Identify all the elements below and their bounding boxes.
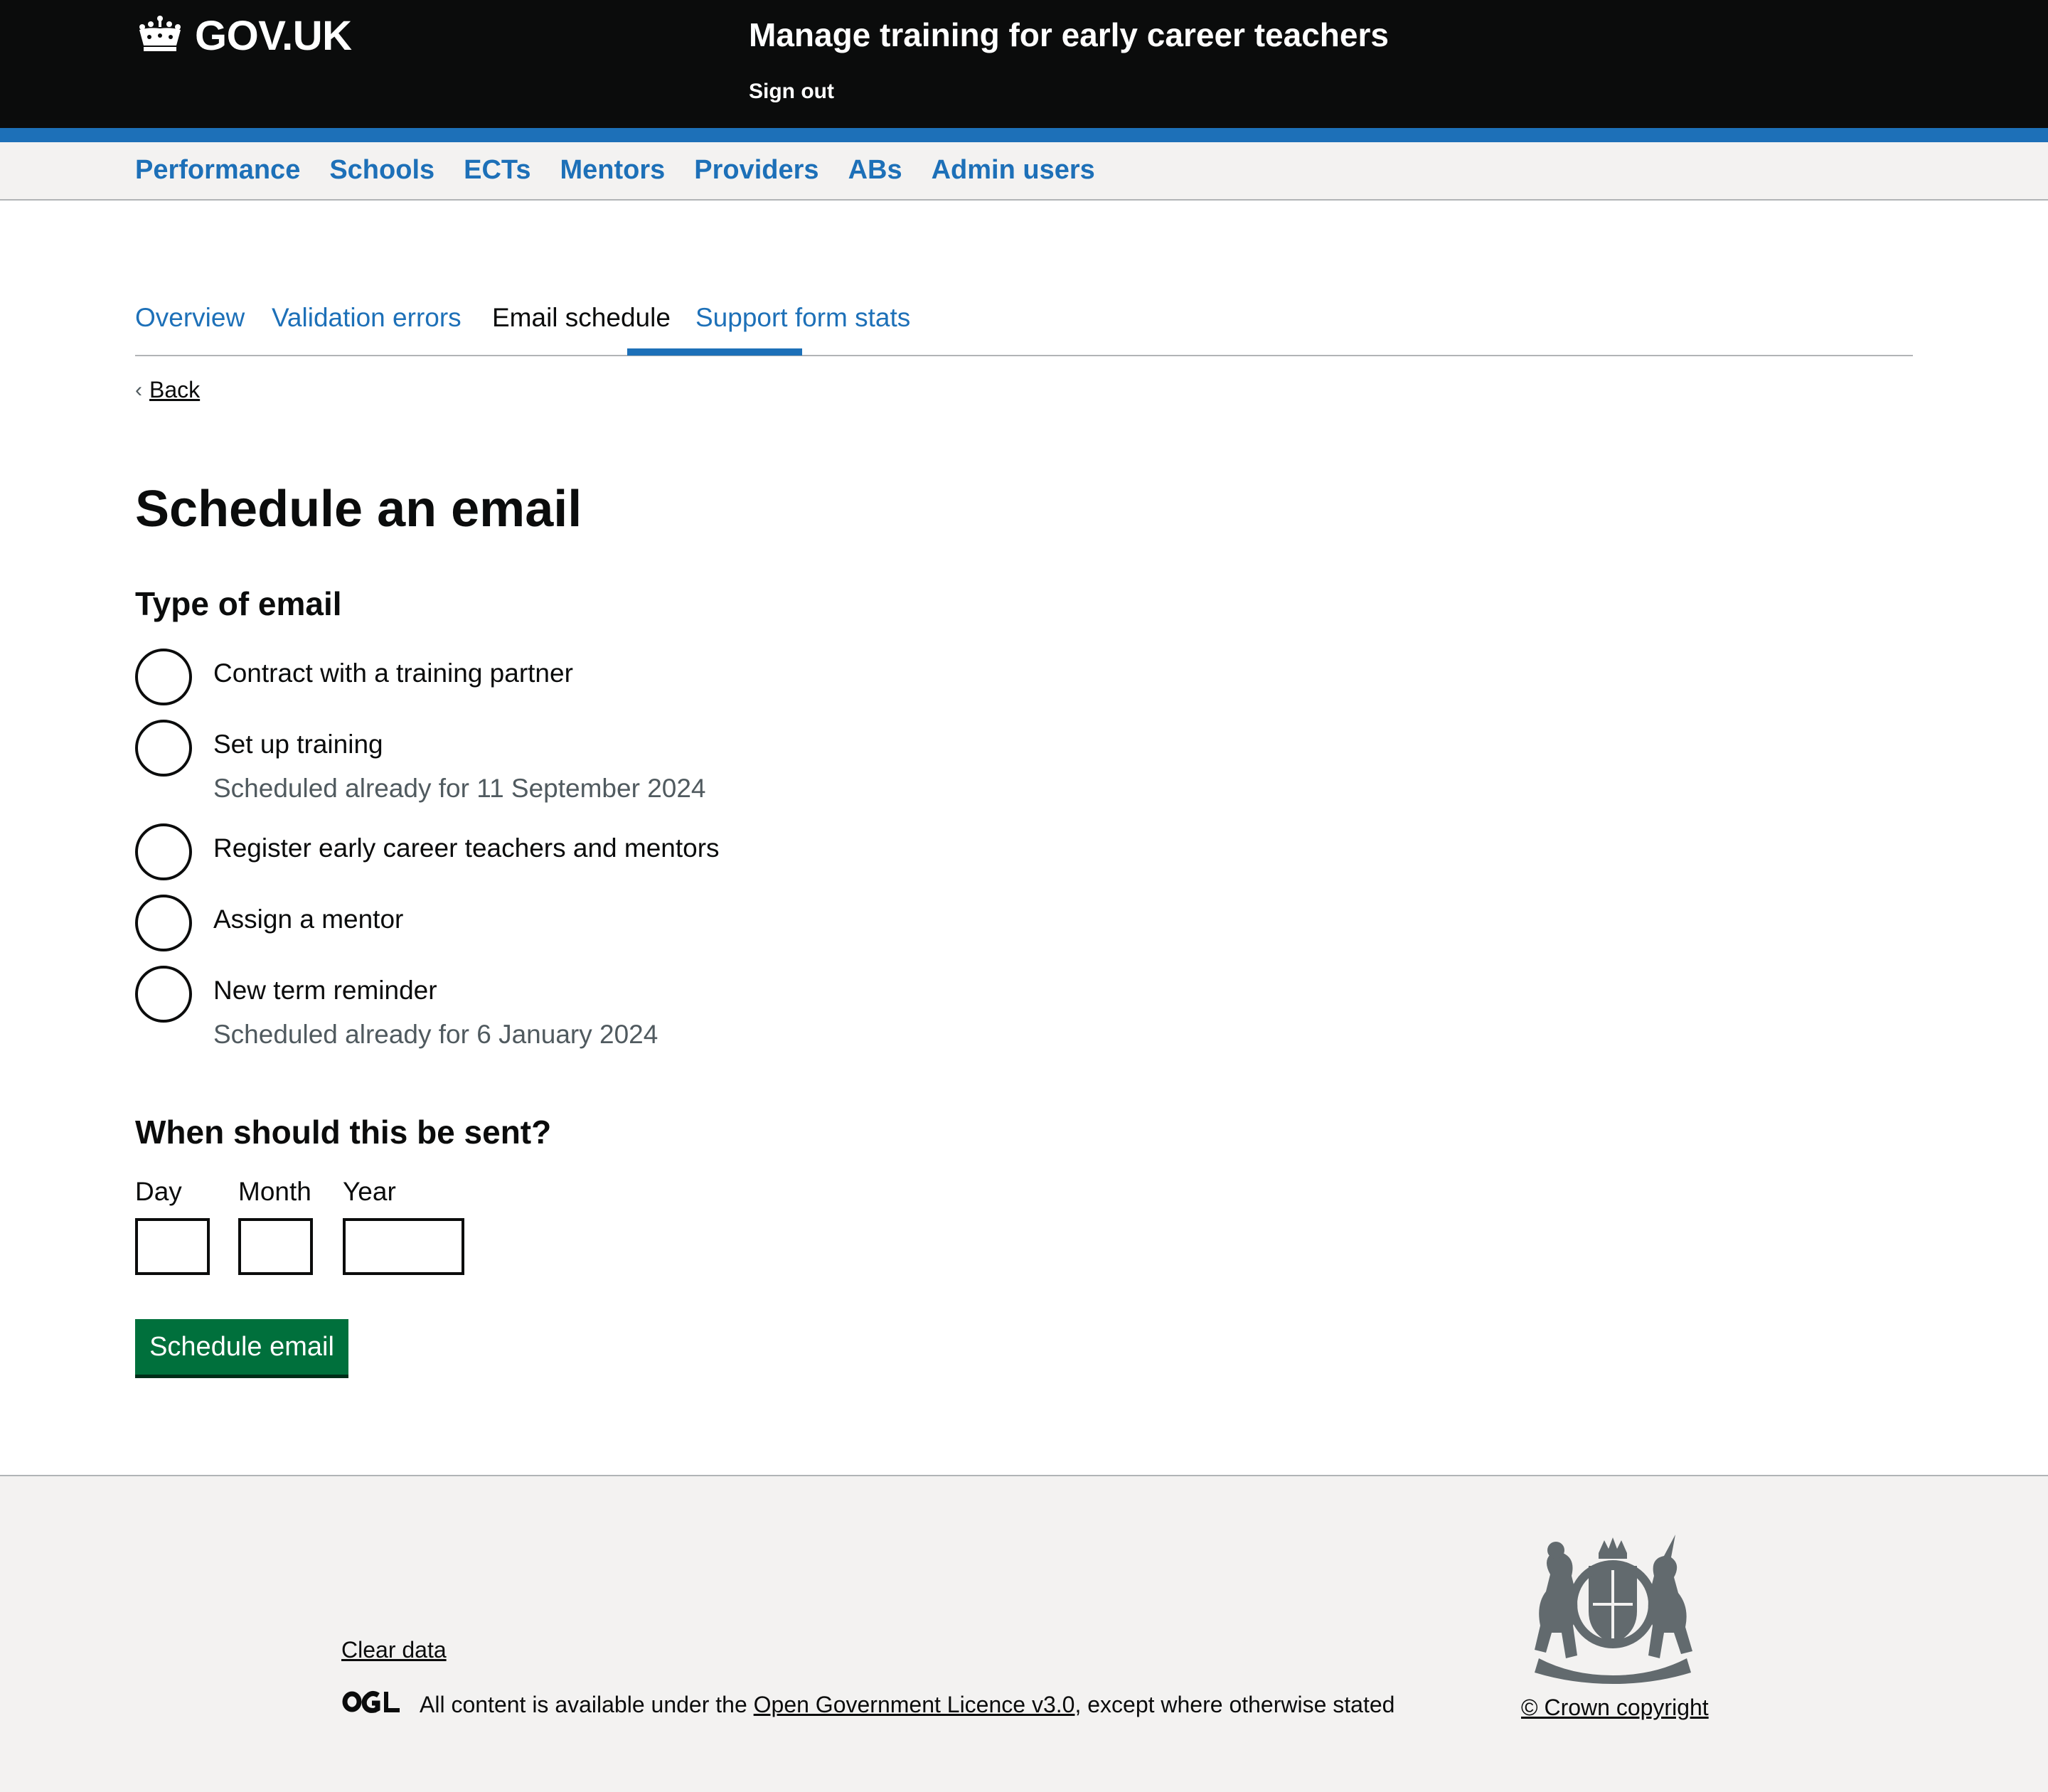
active-tab-indicator — [627, 348, 802, 356]
site-header: GOV.UK Manage training for early career … — [0, 0, 2048, 128]
radio-button[interactable] — [135, 966, 192, 1023]
nav-item-providers[interactable]: Providers — [694, 155, 818, 186]
date-month-group: Month — [238, 1177, 313, 1275]
month-label: Month — [238, 1177, 311, 1206]
radio-hint: Scheduled already for 11 September 2024 — [213, 774, 706, 803]
clear-data-link[interactable]: Clear data — [341, 1637, 447, 1663]
header-blue-bar — [0, 128, 2048, 142]
chevron-left-icon: ‹ — [135, 378, 142, 402]
radio-hint: Scheduled already for 6 January 2024 — [213, 1020, 658, 1049]
radio-button[interactable] — [135, 823, 192, 880]
nav-item-schools[interactable]: Schools — [329, 155, 434, 186]
radio-button[interactable] — [135, 720, 192, 777]
ogl-licence-link[interactable]: Open Government Licence v3.0 — [754, 1692, 1075, 1718]
date-day-group: Day — [135, 1177, 210, 1275]
schedule-email-button[interactable]: Schedule email — [135, 1319, 348, 1375]
page-title: Schedule an email — [135, 481, 582, 538]
date-year-group: Year — [343, 1177, 464, 1275]
sub-navigation-tabs: Overview Validation errors Email schedul… — [135, 299, 1913, 356]
licence-suffix: , except where otherwise stated — [1074, 1691, 1395, 1717]
back-link-label: Back — [149, 377, 201, 402]
radio-label[interactable]: Assign a mentor — [213, 905, 403, 934]
radio-button[interactable] — [135, 895, 192, 951]
radio-label[interactable]: Contract with a training partner — [213, 658, 573, 688]
royal-coat-of-arms-icon — [1522, 1533, 1704, 1684]
radio-option-register-ects[interactable]: Register early career teachers and mento… — [135, 823, 720, 880]
radio-button[interactable] — [135, 649, 192, 705]
tab-validation-errors[interactable]: Validation errors — [272, 303, 462, 333]
tab-email-schedule[interactable]: Email schedule — [492, 303, 671, 333]
year-input[interactable] — [343, 1218, 464, 1275]
radio-option-contract[interactable]: Contract with a training partner — [135, 649, 573, 705]
crown-copyright-link[interactable]: © Crown copyright — [1521, 1695, 1709, 1721]
year-label: Year — [343, 1177, 396, 1206]
sign-out-link[interactable]: Sign out — [749, 80, 834, 104]
nav-item-admin-users[interactable]: Admin users — [932, 155, 1095, 186]
radio-label[interactable]: Set up training — [213, 730, 706, 759]
logo-text: GOV.UK — [195, 12, 352, 59]
month-input[interactable] — [238, 1218, 313, 1275]
nav-item-ects[interactable]: ECTs — [464, 155, 530, 186]
nav-item-mentors[interactable]: Mentors — [560, 155, 665, 186]
licence-statement: All content is available under the Open … — [341, 1690, 1394, 1719]
service-name[interactable]: Manage training for early career teacher… — [749, 16, 1389, 54]
back-link[interactable]: ‹ Back — [135, 377, 200, 403]
ogl-logo-icon — [341, 1690, 420, 1719]
tab-support-form-stats[interactable]: Support form stats — [695, 303, 910, 333]
day-input[interactable] — [135, 1218, 210, 1275]
radio-label[interactable]: New term reminder — [213, 976, 658, 1006]
govuk-logo-link[interactable]: GOV.UK — [135, 12, 352, 59]
tab-overview[interactable]: Overview — [135, 303, 245, 333]
primary-navigation: Performance Schools ECTs Mentors Provide… — [0, 142, 2048, 201]
licence-prefix: All content is available under the — [420, 1691, 754, 1717]
radio-option-new-term-reminder[interactable]: New term reminder Scheduled already for … — [135, 966, 658, 1050]
radio-option-set-up-training[interactable]: Set up training Scheduled already for 11… — [135, 720, 706, 804]
email-type-legend: Type of email — [135, 585, 342, 622]
site-footer: Clear data All content is available unde… — [0, 1475, 2048, 1792]
crown-icon — [135, 14, 195, 58]
nav-item-abs[interactable]: ABs — [848, 155, 902, 186]
radio-label[interactable]: Register early career teachers and mento… — [213, 833, 720, 863]
radio-option-assign-mentor[interactable]: Assign a mentor — [135, 895, 403, 951]
send-date-legend: When should this be sent? — [135, 1114, 552, 1151]
day-label: Day — [135, 1177, 182, 1206]
nav-item-performance[interactable]: Performance — [135, 155, 300, 186]
